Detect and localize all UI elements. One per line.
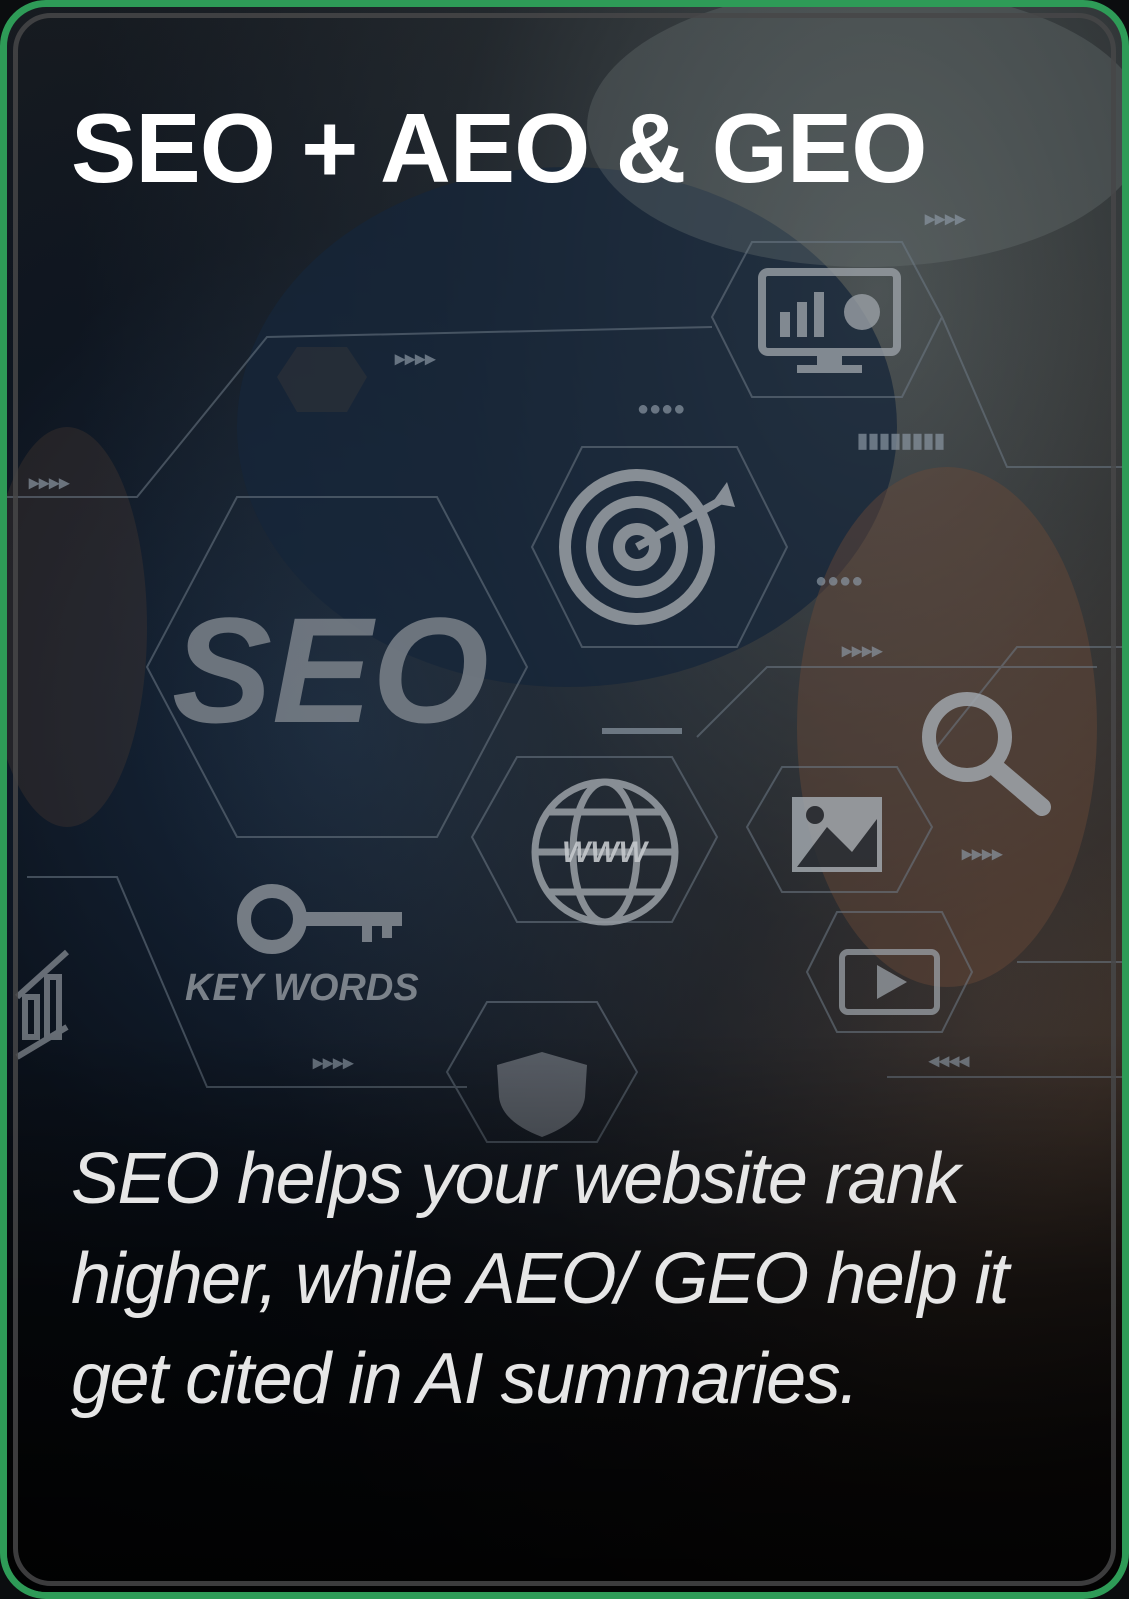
- svg-text:●●●●: ●●●●: [815, 570, 863, 592]
- card-title: SEO + AEO & GEO: [71, 93, 927, 203]
- svg-text:▬▬▬▬: ▬▬▬▬: [602, 717, 682, 739]
- svg-text:▸▸▸▸: ▸▸▸▸: [841, 640, 883, 662]
- keywords-label: KEY WORDS: [185, 967, 419, 1009]
- svg-text:▸▸▸▸: ▸▸▸▸: [28, 472, 70, 494]
- card-description: SEO helps your website rank higher, whil…: [71, 1139, 1009, 1419]
- seo-label: SEO: [172, 586, 489, 754]
- svg-text:▮▮▮▮▮▮▮▮: ▮▮▮▮▮▮▮▮: [857, 430, 945, 452]
- image-icon: [792, 797, 882, 872]
- svg-text:▸▸▸▸: ▸▸▸▸: [961, 843, 1003, 865]
- svg-text:▸▸▸▸: ▸▸▸▸: [394, 348, 436, 370]
- feature-card: ▸▸▸▸ ▸▸▸▸ ▸▸▸▸ ▸▸▸▸ ▸▸▸▸ ▸▸▸▸ ◂◂◂◂ ●●●● …: [0, 0, 1129, 1599]
- www-label: WWW: [562, 836, 650, 869]
- svg-text:▸▸▸▸: ▸▸▸▸: [924, 208, 966, 230]
- svg-text:●●●●: ●●●●: [637, 398, 685, 420]
- key-icon: [237, 884, 402, 954]
